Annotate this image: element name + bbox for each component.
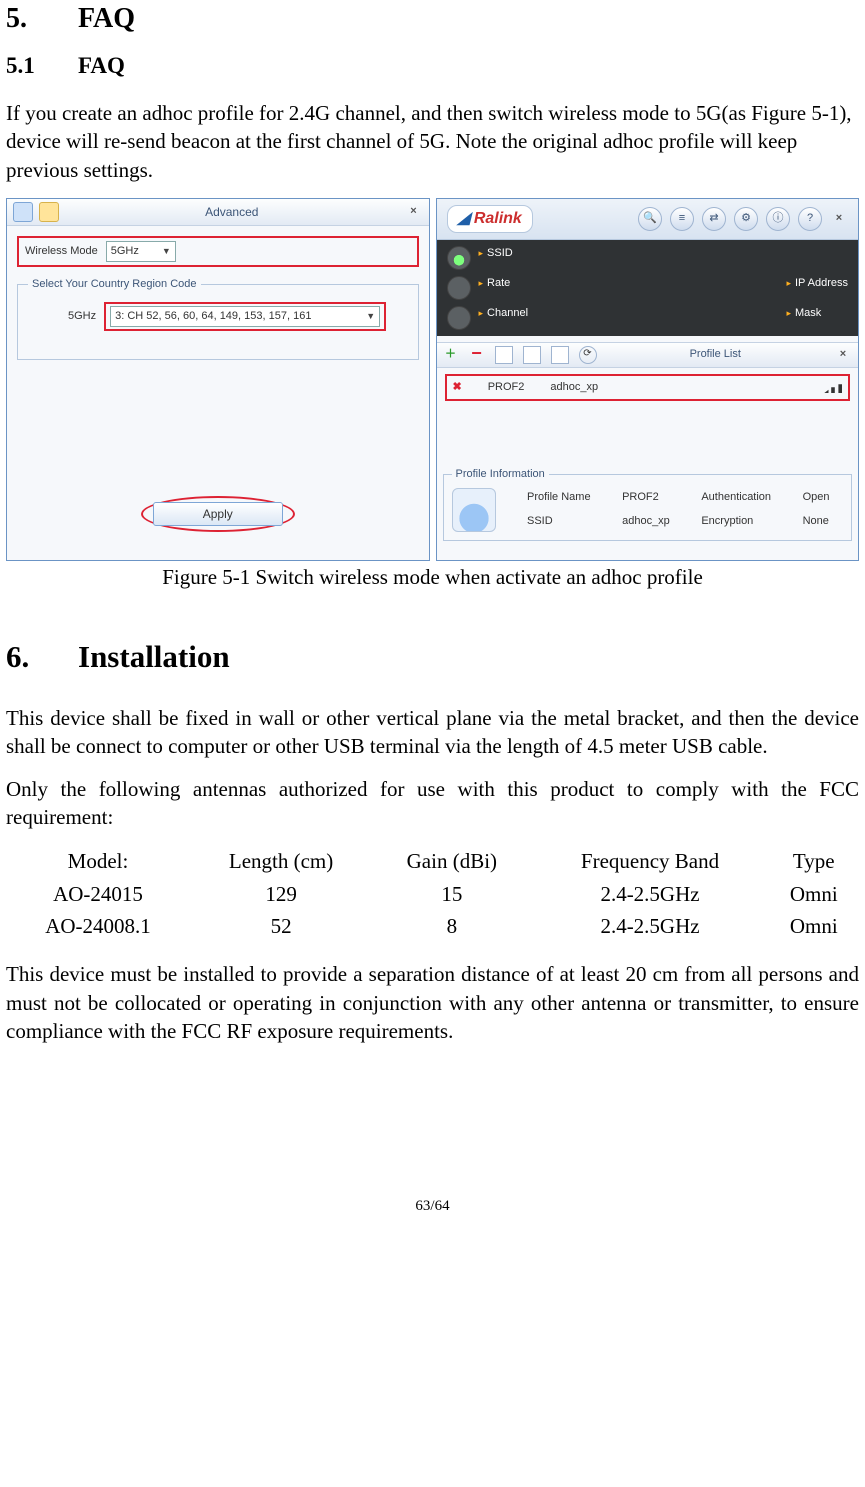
edit-icon[interactable] — [495, 346, 513, 364]
window-icon — [13, 202, 33, 222]
section-6-number: 6. — [6, 636, 78, 678]
signal-icon — [447, 246, 471, 270]
inactive-icon: ✖ — [453, 380, 462, 395]
pi-auth-value: Open — [803, 490, 843, 505]
section-6-p2: Only the following antennas authorized f… — [6, 775, 859, 832]
add-icon[interactable]: ＋ — [443, 347, 459, 363]
apply-button[interactable]: Apply — [153, 502, 283, 526]
wireless-mode-highlight: Wireless Mode 5GHz ▼ — [17, 236, 419, 267]
advanced-titlebar: Advanced × — [7, 199, 429, 226]
th-band: Frequency Band — [532, 845, 769, 877]
profile-name: PROF2 — [488, 380, 525, 395]
chevron-down-icon: ▼ — [366, 310, 375, 322]
section-5-1-number: 5.1 — [6, 50, 78, 81]
chevron-down-icon: ▼ — [162, 245, 171, 257]
lock-icon — [447, 276, 471, 300]
ralink-logo: ◢Ralink — [447, 205, 533, 233]
pi-name-label: Profile Name — [527, 490, 604, 505]
section-6-p1: This device shall be fixed in wall or ot… — [6, 704, 859, 761]
wireless-mode-select[interactable]: 5GHz ▼ — [106, 241, 176, 262]
section-6-title: Installation — [78, 639, 230, 674]
region-code-select[interactable]: 3: CH 52, 56, 60, 64, 149, 153, 157, 161… — [110, 306, 380, 327]
th-type: Type — [768, 845, 859, 877]
apply-area: Apply — [7, 496, 429, 532]
ralink-window: ◢Ralink 🔍 ≡ ⇄ ⚙ ⓘ ? × ▸SSID ▸Rate ▸IP Ad… — [436, 198, 860, 561]
profile-list-title: Profile List — [607, 347, 825, 362]
radio-icon — [447, 306, 471, 330]
pi-enc-value: None — [803, 514, 843, 529]
table-row: AO-24015 129 15 2.4-2.5GHz Omni — [6, 878, 859, 910]
close-icon[interactable]: × — [405, 203, 423, 221]
advanced-window: Advanced × Wireless Mode 5GHz ▼ Select Y… — [6, 198, 430, 561]
pi-auth-label: Authentication — [701, 490, 784, 505]
rate-label: ▸Rate — [479, 276, 529, 300]
th-gain: Gain (dBi) — [372, 845, 531, 877]
profile-info-fieldset: Profile Information Profile Name PROF2 A… — [443, 467, 853, 541]
link-icon[interactable]: ⇄ — [702, 207, 726, 231]
close-icon[interactable]: × — [830, 210, 848, 228]
status-pane: ▸SSID ▸Rate ▸IP Address ▸Channel ▸Mask — [437, 240, 859, 336]
section-5-1-heading: 5.1FAQ — [6, 50, 859, 81]
list-icon[interactable]: ≡ — [670, 207, 694, 231]
wireless-mode-label: Wireless Mode — [25, 244, 98, 259]
channel-label: ▸Channel — [479, 306, 529, 330]
search-icon[interactable]: 🔍 — [638, 207, 662, 231]
profile-list-bar: ＋ − ⟳ Profile List × — [437, 342, 859, 368]
ip-label: ▸IP Address — [786, 276, 848, 300]
ribbon-icon — [39, 202, 59, 222]
section-5-1-title: FAQ — [78, 53, 125, 78]
table-header-row: Model: Length (cm) Gain (dBi) Frequency … — [6, 845, 859, 877]
section-5-title: FAQ — [78, 3, 135, 34]
region-code-value: 3: CH 52, 56, 60, 64, 149, 153, 157, 161 — [115, 309, 311, 324]
import-icon[interactable] — [523, 346, 541, 364]
profile-row[interactable]: ✖ PROF2 adhoc_xp — [445, 374, 851, 401]
refresh-icon[interactable]: ⟳ — [579, 346, 597, 364]
wireless-mode-value: 5GHz — [111, 244, 139, 259]
gear-icon[interactable]: ⚙ — [734, 207, 758, 231]
advanced-title: Advanced — [65, 204, 399, 220]
pi-ssid-value: adhoc_xp — [622, 514, 683, 529]
figure-5-1: Advanced × Wireless Mode 5GHz ▼ Select Y… — [6, 198, 859, 561]
section-6-p3: This device must be installed to provide… — [6, 960, 859, 1045]
profile-list-body: ✖ PROF2 adhoc_xp — [437, 368, 859, 407]
figure-caption: Figure 5-1 Switch wireless mode when act… — [6, 563, 859, 591]
region-code-highlight: 3: CH 52, 56, 60, 64, 149, 153, 157, 161… — [104, 302, 386, 331]
pi-ssid-label: SSID — [527, 514, 604, 529]
info-icon[interactable]: ⓘ — [766, 207, 790, 231]
profile-ssid: adhoc_xp — [550, 380, 598, 395]
wifi-icon — [452, 488, 496, 532]
remove-icon[interactable]: − — [469, 347, 485, 363]
page-number: 63/64 — [6, 1196, 859, 1216]
th-length: Length (cm) — [190, 845, 372, 877]
pi-enc-label: Encryption — [701, 514, 784, 529]
pi-name-value: PROF2 — [622, 490, 683, 505]
section-5-intro: If you create an adhoc profile for 2.4G … — [6, 99, 859, 184]
section-6-heading: 6.Installation — [6, 636, 859, 678]
export-icon[interactable] — [551, 346, 569, 364]
section-5-heading: 5.FAQ — [6, 0, 859, 38]
ssid-label: ▸SSID — [479, 246, 529, 270]
region-code-fieldset: Select Your Country Region Code 5GHz 3: … — [17, 277, 419, 360]
section-5-number: 5. — [6, 0, 78, 38]
profile-info-legend: Profile Information — [452, 467, 549, 482]
close-icon[interactable]: × — [834, 346, 852, 364]
antenna-table: Model: Length (cm) Gain (dBi) Frequency … — [6, 845, 859, 942]
table-row: AO-24008.1 52 8 2.4-2.5GHz Omni — [6, 910, 859, 942]
help-icon[interactable]: ? — [798, 207, 822, 231]
ralink-toolbar: ◢Ralink 🔍 ≡ ⇄ ⚙ ⓘ ? × — [437, 199, 859, 240]
signal-bars-icon — [824, 381, 842, 393]
region-band-label: 5GHz — [68, 309, 96, 324]
region-code-legend: Select Your Country Region Code — [28, 277, 201, 292]
apply-highlight: Apply — [141, 496, 295, 532]
mask-label: ▸Mask — [786, 306, 848, 330]
th-model: Model: — [6, 845, 190, 877]
